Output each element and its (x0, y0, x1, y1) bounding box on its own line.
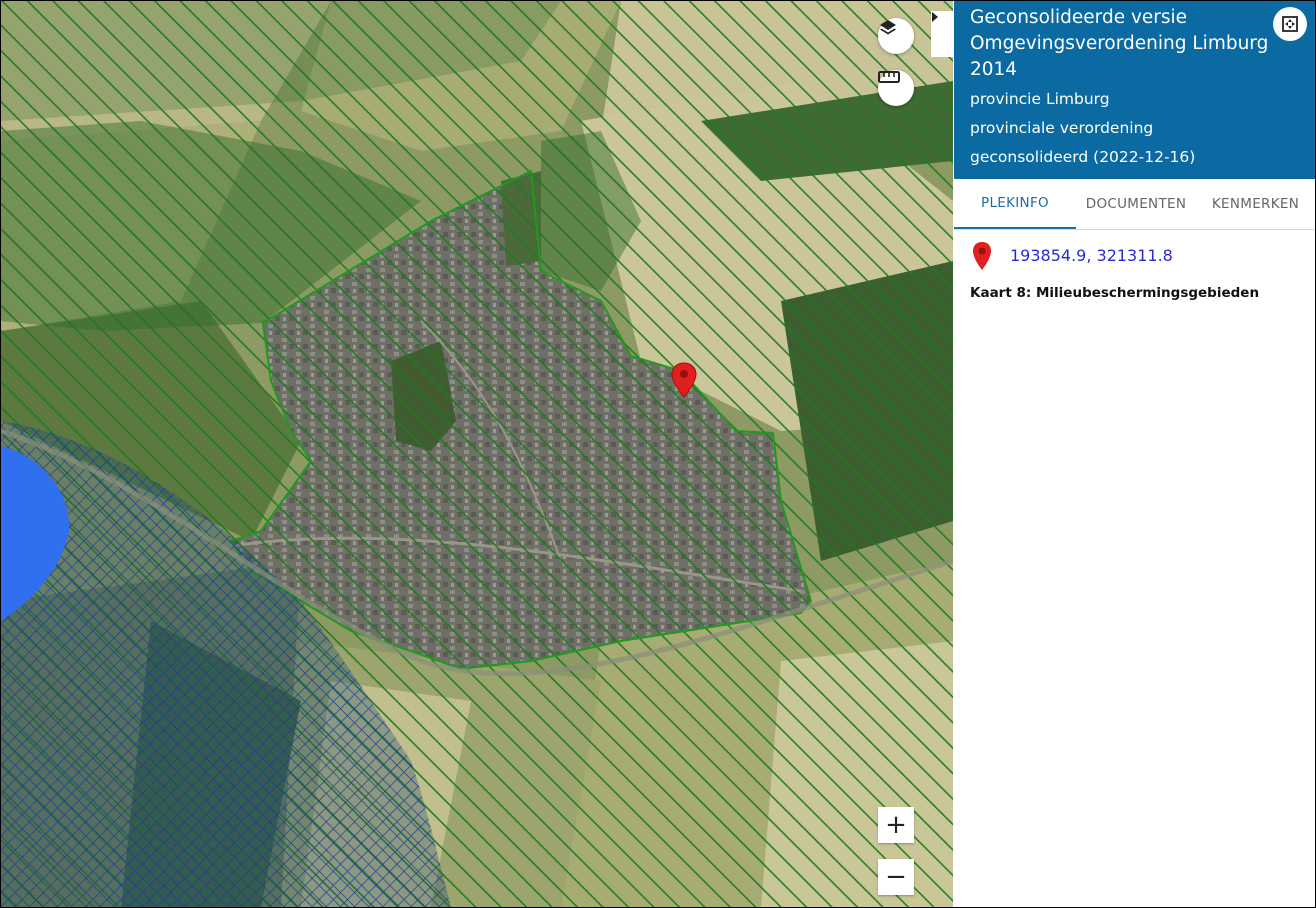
map-canvas[interactable] (1, 1, 953, 907)
app-frame: + − Geconsolideerde versie Omgevingsvero… (0, 0, 1316, 908)
layers-button[interactable] (878, 18, 914, 54)
plan-title: Geconsolideerde versie Omgevingsverorden… (970, 7, 1269, 80)
map-layer-label: Kaart 8: Milieubeschermingsgebieden (970, 285, 1260, 301)
tab-plekinfo[interactable]: PLEKINFO (954, 179, 1076, 229)
panel-header: Geconsolideerde versie Omgevingsverorden… (954, 1, 1315, 179)
location-pin-icon (973, 242, 991, 270)
measure-button[interactable] (878, 70, 914, 106)
zoom-out-button[interactable]: − (878, 859, 914, 895)
collapse-panel-button[interactable] (931, 11, 953, 57)
tab-documenten[interactable]: DOCUMENTEN (1076, 179, 1196, 229)
fullscreen-button[interactable] (1273, 7, 1307, 41)
plan-type: provinciale verordening (970, 119, 1154, 137)
tab-kenmerken[interactable]: KENMERKEN (1196, 179, 1315, 229)
location-coordinates[interactable]: 193854.9, 321311.8 (1010, 246, 1173, 265)
panel-tabs: PLEKINFO DOCUMENTEN KENMERKEN (954, 179, 1315, 230)
map-view[interactable]: + − (1, 1, 953, 907)
layers-icon (880, 20, 896, 35)
plan-authority: provincie Limburg (970, 90, 1110, 108)
info-panel: Geconsolideerde versie Omgevingsverorden… (954, 1, 1315, 907)
chevron-right-icon (932, 12, 938, 22)
ruler-icon (878, 71, 900, 83)
zoom-in-button[interactable]: + (878, 807, 914, 843)
plan-status: geconsolideerd (2022-12-16) (970, 148, 1196, 166)
fullscreen-icon (1282, 16, 1298, 32)
